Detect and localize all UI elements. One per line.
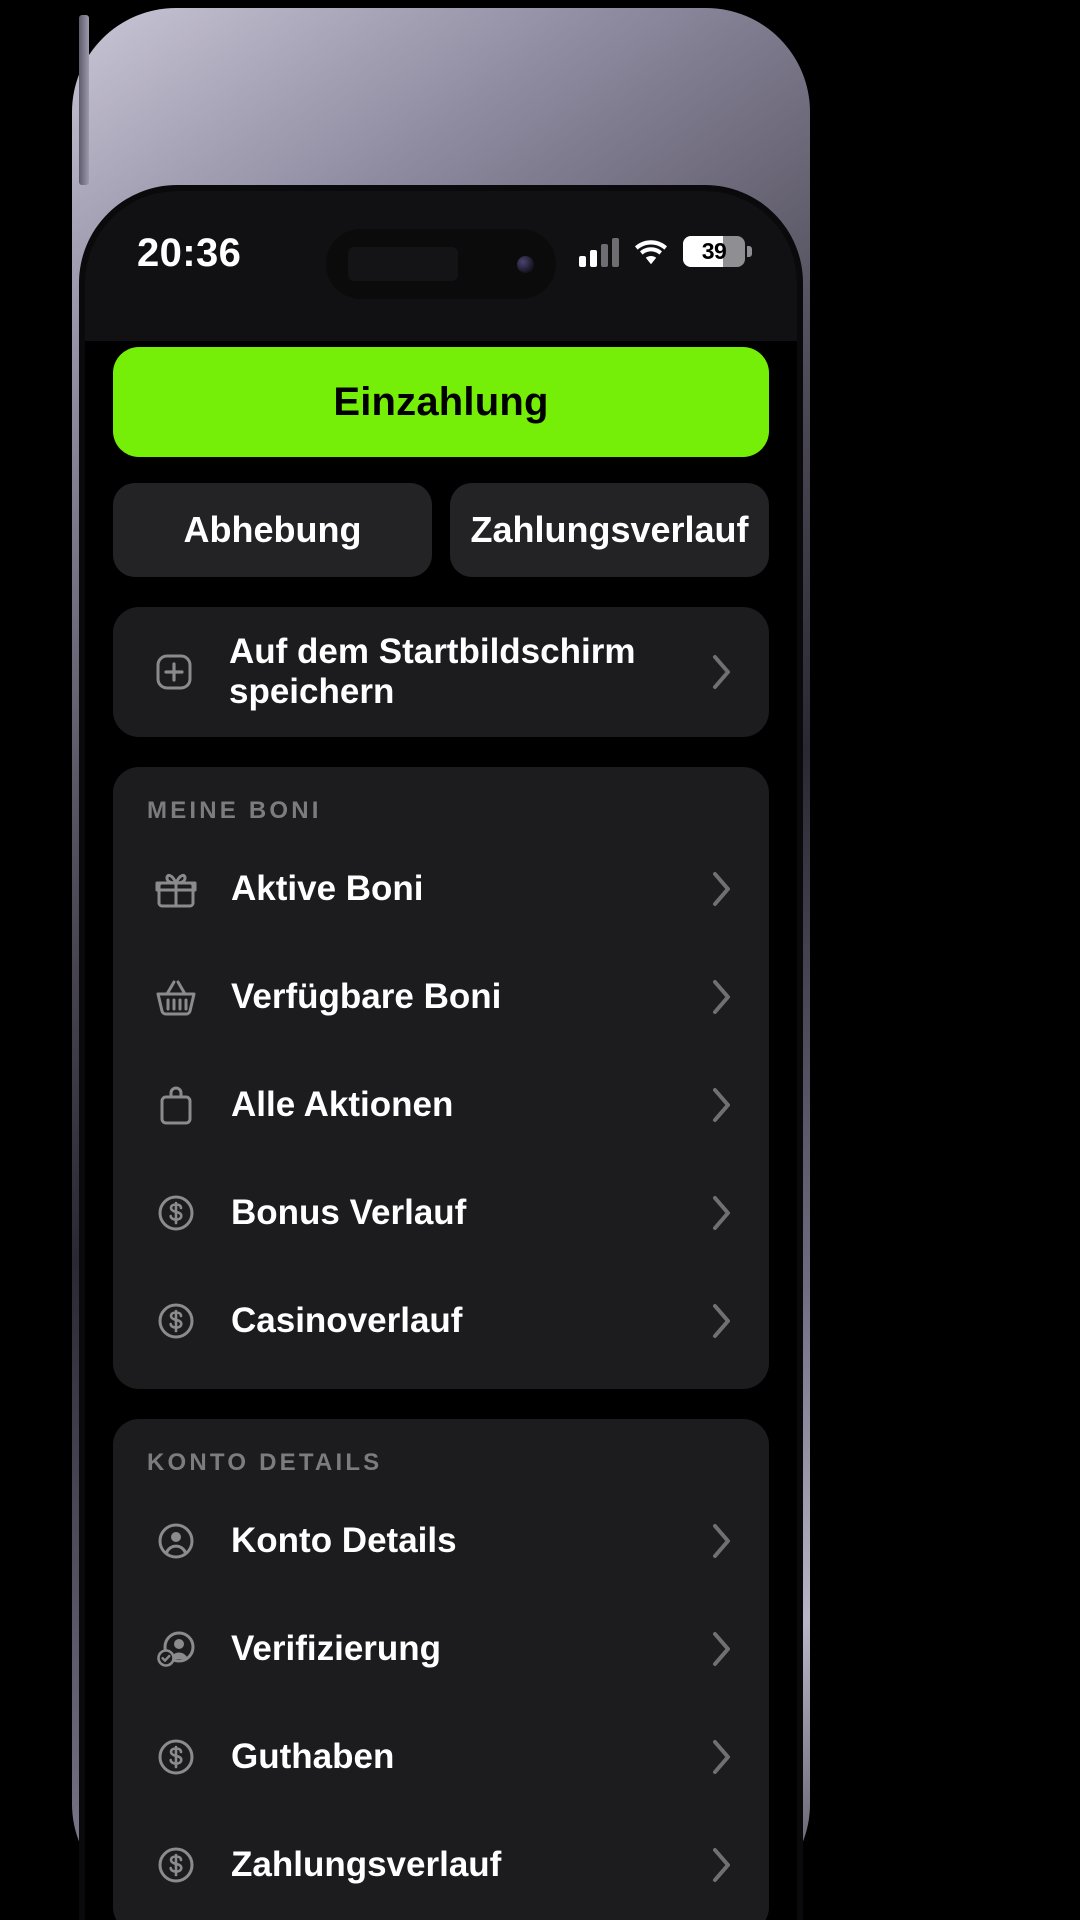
chevron-right-icon (709, 1299, 735, 1343)
group-title: MEINE BONI (147, 797, 322, 824)
chevron-right-icon (709, 1735, 735, 1779)
secondary-actions: Abhebung Zahlungsverlauf (113, 483, 769, 577)
chevron-right-icon (709, 1843, 735, 1887)
save-to-home-row[interactable]: Auf dem Startbildschirm speichern (113, 607, 769, 737)
withdraw-button[interactable]: Abhebung (113, 483, 432, 577)
list-item-alle-aktionen[interactable]: Alle Aktionen (113, 1051, 769, 1159)
status-indicators: 39 (579, 233, 752, 267)
chevron-right-icon (709, 650, 735, 694)
status-clock: 20:36 (137, 231, 242, 275)
device-bezel: 20:36 39 Einzahlung Abhebung Zahlungsver… (79, 185, 803, 1920)
chevron-right-icon (709, 1083, 735, 1127)
save-to-home-label: Auf dem Startbildschirm speichern (229, 632, 636, 711)
group-konto-details: KONTO DETAILS Konto Details Verifizierun… (113, 1419, 769, 1920)
list-item-label: Bonus Verlauf (231, 1193, 467, 1232)
list-item-label: Alle Aktionen (231, 1085, 454, 1124)
chevron-right-icon (709, 867, 735, 911)
wifi-icon (633, 238, 669, 266)
list-item-verfuegbare-boni[interactable]: Verfügbare Boni (113, 943, 769, 1051)
list-item-label: Zahlungsverlauf (231, 1845, 502, 1884)
list-item-bonus-verlauf[interactable]: Bonus Verlauf (113, 1159, 769, 1267)
battery-icon: 39 (683, 236, 752, 267)
dollar-circle-icon (147, 1292, 205, 1350)
phone-screen: 20:36 39 Einzahlung Abhebung Zahlungsver… (85, 191, 797, 1920)
list-item-label: Guthaben (231, 1737, 395, 1776)
dollar-circle-icon (147, 1184, 205, 1242)
chevron-right-icon (709, 1191, 735, 1235)
battery-percent: 39 (701, 238, 727, 264)
screenshot-root: 20:36 39 Einzahlung Abhebung Zahlungsver… (0, 0, 1080, 1920)
list-item-label: Verifizierung (231, 1629, 442, 1668)
dynamic-island (326, 229, 556, 299)
basket-icon (147, 968, 205, 1026)
list-item-label: Casinoverlauf (231, 1301, 463, 1340)
list-item-label: Konto Details (231, 1521, 457, 1560)
list-item-konto-details[interactable]: Konto Details (113, 1487, 769, 1595)
list-item-label: Verfügbare Boni (231, 977, 502, 1016)
list-item-zahlungsverlauf[interactable]: Zahlungsverlauf (113, 1811, 769, 1919)
dollar-circle-icon (147, 1728, 205, 1786)
power-button[interactable] (79, 15, 89, 185)
list-item-guthaben[interactable]: Guthaben (113, 1703, 769, 1811)
front-camera-icon (517, 255, 534, 273)
chevron-right-icon (709, 975, 735, 1019)
group-meine-boni: MEINE BONI Aktive Boni Verfügbare Boni A… (113, 767, 769, 1389)
list-item-label: Aktive Boni (231, 869, 424, 908)
gift-icon (147, 860, 205, 918)
profile-screen-content: Einzahlung Abhebung Zahlungsverlauf Auf (85, 341, 797, 1920)
payment-history-button[interactable]: Zahlungsverlauf (450, 483, 769, 577)
user-circle-icon (147, 1512, 205, 1570)
group-title: KONTO DETAILS (147, 1449, 383, 1476)
device-frame: 20:36 39 Einzahlung Abhebung Zahlungsver… (72, 8, 810, 1920)
status-bar: 20:36 39 (85, 191, 797, 341)
list-item-verifizierung[interactable]: Verifizierung (113, 1595, 769, 1703)
dollar-circle-icon (147, 1836, 205, 1894)
chevron-right-icon (709, 1519, 735, 1563)
deposit-button[interactable]: Einzahlung (113, 347, 769, 457)
list-item-casinoverlauf[interactable]: Casinoverlauf (113, 1267, 769, 1375)
cellular-signal-icon (579, 237, 619, 267)
chevron-right-icon (709, 1627, 735, 1671)
user-verified-icon (147, 1620, 205, 1678)
bag-icon (147, 1076, 205, 1134)
list-item-aktive-boni[interactable]: Aktive Boni (113, 835, 769, 943)
plus-square-icon (145, 643, 203, 701)
